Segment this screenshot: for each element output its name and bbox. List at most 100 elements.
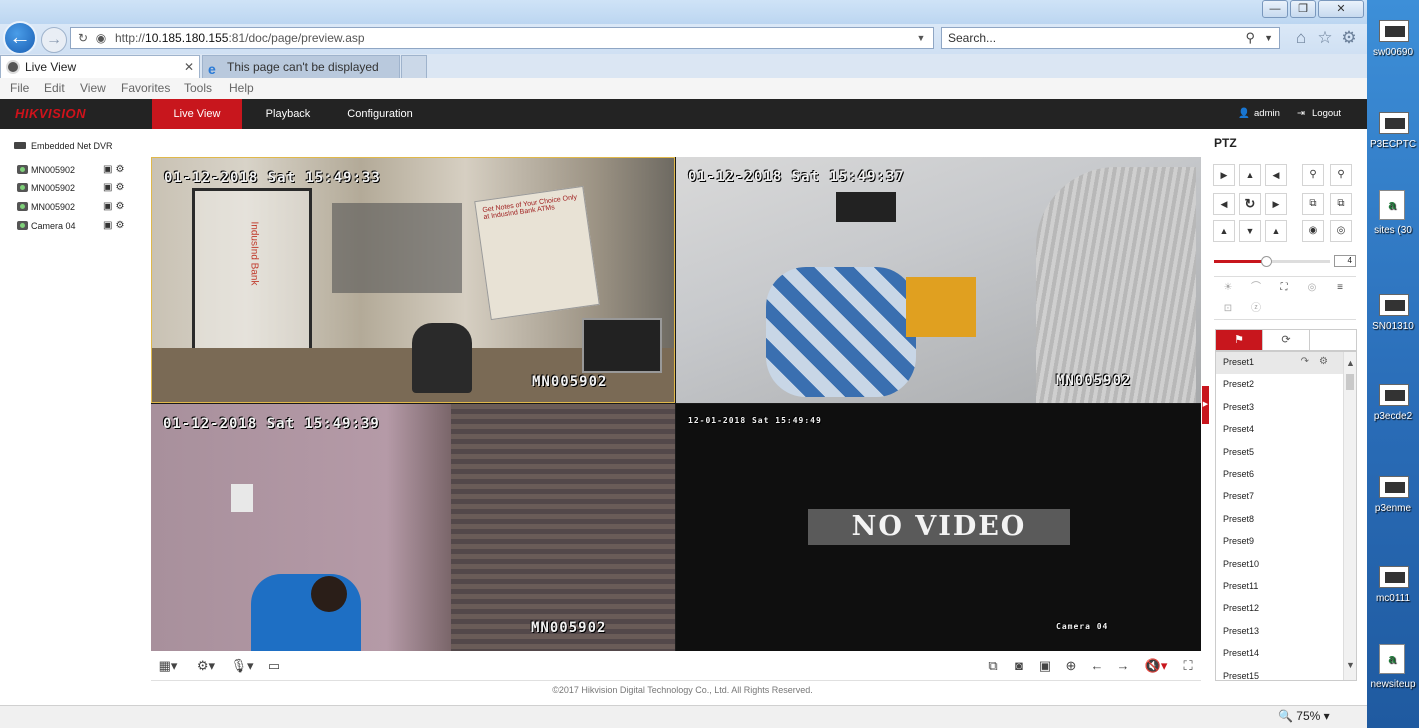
- preset-item[interactable]: Preset5: [1216, 442, 1344, 464]
- back-button[interactable]: ←: [3, 21, 37, 55]
- forward-button[interactable]: →: [41, 27, 67, 53]
- record-icon[interactable]: ▣: [103, 220, 115, 231]
- light-icon[interactable]: ☀: [1218, 279, 1238, 297]
- stop-all-icon[interactable]: ⧉: [985, 657, 1001, 675]
- preset-call-settings-icon[interactable]: ↷⚙: [1301, 352, 1338, 372]
- menu-tools[interactable]: Tools: [184, 78, 212, 99]
- screen-icon[interactable]: ▭: [265, 657, 283, 675]
- home-icon[interactable]: ⌂: [1291, 28, 1311, 48]
- menu-edit[interactable]: Edit: [44, 78, 65, 99]
- more-menu-icon[interactable]: ≡: [1330, 279, 1350, 297]
- scroll-down-icon[interactable]: ▼: [1344, 658, 1356, 672]
- preset-item[interactable]: Preset12: [1216, 598, 1344, 620]
- preset-item[interactable]: Preset2: [1216, 374, 1344, 396]
- tools-gear-icon[interactable]: ⚙: [1339, 28, 1359, 48]
- tab-presets-flag-icon[interactable]: ⚑: [1216, 330, 1263, 350]
- previous-page-icon[interactable]: ←: [1089, 657, 1105, 675]
- ptz-down-icon[interactable]: ▼: [1239, 220, 1261, 242]
- lens-init-icon[interactable]: ◎: [1302, 279, 1322, 297]
- next-page-icon[interactable]: →: [1115, 657, 1131, 675]
- desktop-file-icon[interactable]: p3enme: [1367, 476, 1419, 514]
- menu-help[interactable]: Help: [229, 78, 254, 99]
- close-tab-icon[interactable]: ✕: [184, 56, 194, 78]
- nav-live-view[interactable]: Live View: [152, 99, 242, 129]
- preset-item[interactable]: Preset4: [1216, 419, 1344, 441]
- collapse-panel-handle[interactable]: ▶: [1202, 386, 1209, 424]
- desktop-file-icon[interactable]: a sites (30: [1367, 190, 1419, 236]
- menu-view[interactable]: View: [80, 78, 106, 99]
- capture-icon[interactable]: ◙: [1011, 657, 1027, 675]
- nav-configuration[interactable]: Configuration: [334, 99, 426, 129]
- video-pane[interactable]: 12-01-2018 Sat 15:49:49 NO VIDEO Camera …: [676, 404, 1201, 651]
- stream-icon[interactable]: ⚙: [115, 220, 127, 231]
- focus-far-icon[interactable]: ⧉: [1330, 193, 1352, 215]
- preset-item[interactable]: Preset3: [1216, 397, 1344, 419]
- layout-grid-icon[interactable]: ▦▾: [155, 657, 181, 675]
- tree-root[interactable]: Embedded Net DVR: [14, 139, 113, 153]
- tree-camera[interactable]: Camera 04 ▣⚙: [17, 219, 124, 233]
- zoom-icon[interactable]: ⊕: [1063, 657, 1079, 675]
- record-icon[interactable]: ▣: [103, 164, 115, 175]
- zoom-in-icon[interactable]: ⚲: [1330, 164, 1352, 186]
- video-pane[interactable]: 01-12-2018 Sat 15:49:39 MN005902: [151, 404, 675, 651]
- stream-icon[interactable]: ⚙: [115, 182, 127, 193]
- desktop-file-icon[interactable]: sw00690: [1367, 20, 1419, 58]
- desktop-file-icon[interactable]: SN01310: [1367, 294, 1419, 332]
- close-window-button[interactable]: ✕: [1318, 0, 1364, 18]
- scroll-thumb[interactable]: [1346, 374, 1354, 390]
- auxiliary-focus-icon[interactable]: ⛶: [1274, 279, 1294, 297]
- preset-item[interactable]: Preset9: [1216, 531, 1344, 553]
- focus-near-icon[interactable]: ⧉: [1302, 193, 1324, 215]
- nav-playback[interactable]: Playback: [252, 99, 324, 129]
- video-pane[interactable]: 01-12-2018 Sat 15:49:37 MN005902: [676, 157, 1201, 403]
- tree-camera[interactable]: MN005902 ▣⚙: [17, 181, 124, 195]
- maximize-button[interactable]: ❐: [1290, 0, 1316, 18]
- minimize-button[interactable]: —: [1262, 0, 1288, 18]
- volume-mute-icon[interactable]: 🔇▾: [1143, 657, 1169, 675]
- iris-open-icon[interactable]: ◉: [1302, 220, 1324, 242]
- scroll-up-icon[interactable]: ▲: [1344, 356, 1356, 370]
- preset-item[interactable]: Preset1 ↷⚙: [1216, 352, 1344, 375]
- stream-icon[interactable]: ⚙: [115, 201, 127, 212]
- tree-camera[interactable]: MN005902 ▣⚙: [17, 200, 124, 214]
- preset-item[interactable]: Preset15: [1216, 666, 1344, 680]
- preset-item[interactable]: Preset14: [1216, 643, 1344, 665]
- search-dropdown-icon[interactable]: ▼: [1264, 28, 1273, 48]
- desktop-file-icon[interactable]: P3ECPTC: [1367, 112, 1419, 150]
- ptz-left-icon[interactable]: ◀: [1213, 193, 1235, 215]
- 3d-zoom-icon[interactable]: ⓩ: [1246, 300, 1266, 318]
- address-dropdown-icon[interactable]: ▼: [913, 30, 929, 46]
- tab-pattern[interactable]: [1310, 330, 1357, 350]
- ptz-down-right-icon[interactable]: ▲: [1265, 220, 1287, 242]
- zoom-out-icon[interactable]: ⚲: [1302, 164, 1324, 186]
- preset-item[interactable]: Preset6: [1216, 464, 1344, 486]
- ptz-auto-icon[interactable]: ↻: [1239, 193, 1261, 215]
- ptz-up-left-icon[interactable]: ▶: [1213, 164, 1235, 186]
- logout-link[interactable]: Logout: [1312, 99, 1341, 129]
- desktop-file-icon[interactable]: p3ecde2: [1367, 384, 1419, 422]
- manual-track-icon[interactable]: ⊡: [1218, 300, 1238, 318]
- video-pane[interactable]: Get Notes of Your Choice Only at IndusIn…: [151, 157, 675, 403]
- preset-item[interactable]: Preset7: [1216, 486, 1344, 508]
- tab-live-view[interactable]: Live View ✕: [0, 55, 200, 78]
- search-icon[interactable]: ⚲: [1245, 28, 1255, 48]
- favorites-star-icon[interactable]: ☆: [1315, 28, 1335, 48]
- record-icon[interactable]: ▣: [103, 201, 115, 212]
- fullscreen-icon[interactable]: ⛶: [1179, 657, 1197, 675]
- microphone-icon[interactable]: 🎙▾: [229, 657, 255, 675]
- desktop-file-icon[interactable]: mc0111: [1367, 566, 1419, 604]
- ptz-right-icon[interactable]: ▶: [1265, 193, 1287, 215]
- tab-error-page[interactable]: e This page can't be displayed: [202, 55, 400, 78]
- desktop-file-icon[interactable]: a newsiteup: [1367, 644, 1419, 690]
- ptz-down-left-icon[interactable]: ▲: [1213, 220, 1235, 242]
- iris-close-icon[interactable]: ◎: [1330, 220, 1352, 242]
- menu-file[interactable]: File: [10, 78, 29, 99]
- stream-icon[interactable]: ⚙: [115, 164, 127, 175]
- tree-camera[interactable]: MN005902 ▣⚙: [17, 163, 124, 177]
- record-all-icon[interactable]: ▣: [1037, 657, 1053, 675]
- stream-select-icon[interactable]: ⚙▾: [193, 657, 219, 675]
- preset-item[interactable]: Preset11: [1216, 576, 1344, 598]
- zoom-level[interactable]: 🔍 75% ▾: [1278, 709, 1330, 723]
- ptz-speed-slider[interactable]: [1214, 256, 1330, 267]
- record-icon[interactable]: ▣: [103, 182, 115, 193]
